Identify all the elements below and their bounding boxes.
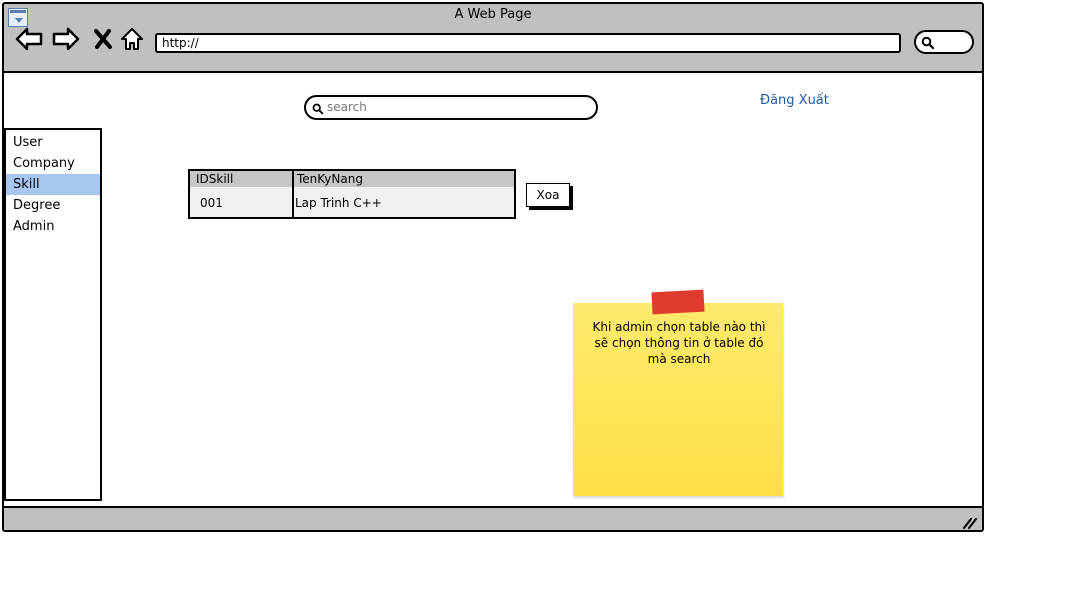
column-header-tenkynang[interactable]: TenKyNang [297, 171, 363, 187]
sidebar-item-user[interactable]: User [6, 132, 100, 153]
address-bar[interactable]: http:// [155, 33, 901, 53]
sidebar-item-admin[interactable]: Admin [6, 216, 100, 237]
search-input[interactable]: search [304, 95, 598, 120]
column-divider [292, 171, 294, 217]
column-header-idskill[interactable]: IDSkill [196, 171, 233, 187]
window-title: A Web Page [454, 7, 532, 22]
stop-x-icon[interactable] [88, 24, 118, 54]
sidebar-item-skill[interactable]: Skill [6, 174, 100, 195]
back-arrow-icon[interactable] [14, 24, 44, 54]
forward-arrow-icon[interactable] [51, 24, 81, 54]
sidebar-list: User Company Skill Degree Admin [4, 128, 102, 501]
table-header: IDSkill TenKyNang [190, 171, 514, 187]
browser-window: A Web Page http:// [2, 2, 984, 532]
resize-handle-icon[interactable] [962, 514, 978, 529]
browser-search-field[interactable] [914, 30, 974, 54]
browser-toolbar: A Web Page http:// [4, 4, 982, 73]
logout-link[interactable]: Đăng Xuất [760, 93, 829, 108]
sidebar-item-degree[interactable]: Degree [6, 195, 100, 216]
search-placeholder: search [327, 100, 367, 114]
table-cell: Lap Trinh C++ [295, 196, 382, 210]
table-cell: 001 [200, 196, 223, 210]
status-bar [4, 506, 982, 530]
sticky-note-text: Khi admin chọn table nào thì sẽ chọn thô… [592, 320, 766, 366]
sticky-note-tape [651, 289, 705, 315]
sidebar-item-company[interactable]: Company [6, 153, 100, 174]
home-icon[interactable] [117, 24, 147, 54]
delete-button[interactable]: Xoa [526, 183, 570, 207]
skill-table: IDSkill TenKyNang 001 Lap Trinh C++ [188, 169, 516, 219]
search-icon [921, 35, 935, 54]
search-icon [312, 101, 324, 122]
